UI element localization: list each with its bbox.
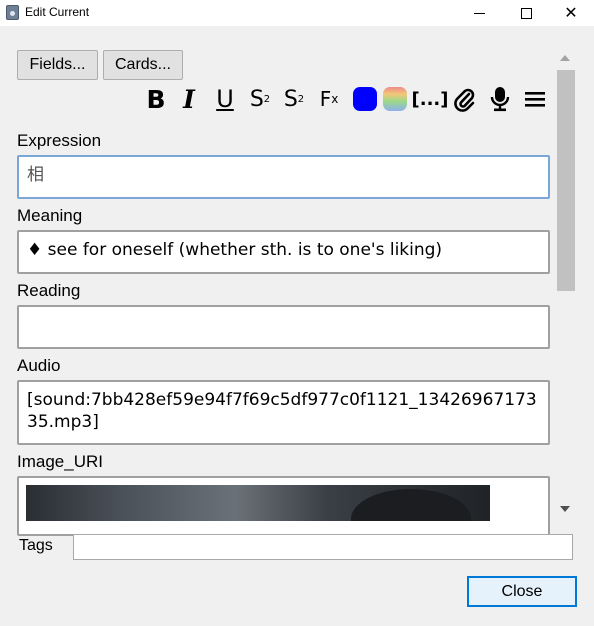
- underline-icon[interactable]: U: [213, 84, 237, 114]
- attach-icon[interactable]: [451, 84, 477, 114]
- text-color-swatch: [353, 87, 377, 111]
- fields-button[interactable]: Fields...: [17, 50, 98, 80]
- highlight-color-icon[interactable]: [382, 84, 408, 114]
- subscript-letter: S: [283, 86, 298, 112]
- clear-format-icon[interactable]: Fx: [316, 84, 342, 114]
- text-color-icon[interactable]: [352, 84, 378, 114]
- window-title: Edit Current: [25, 5, 90, 19]
- field-label-image-uri: Image_URI: [17, 452, 103, 471]
- field-label-audio: Audio: [17, 356, 61, 375]
- minimize-icon: [473, 12, 485, 14]
- tags-label: Tags: [19, 537, 53, 554]
- cloze-icon[interactable]: [...]: [412, 84, 449, 114]
- reading-field[interactable]: [17, 305, 550, 349]
- scroll-down-icon[interactable]: [560, 506, 570, 512]
- clear-format-letter: F: [319, 87, 332, 111]
- field-image: [26, 485, 490, 521]
- field-label-expression: Expression: [17, 131, 102, 150]
- field-label-meaning: Meaning: [17, 206, 83, 225]
- scrollbar-thumb[interactable]: [557, 70, 575, 291]
- title-bar: Edit Current ✕: [0, 0, 594, 26]
- window-close-button[interactable]: ✕: [548, 0, 594, 26]
- superscript-mark: 2: [263, 93, 271, 105]
- italic-icon[interactable]: I: [178, 84, 200, 114]
- superscript-letter: S: [249, 86, 264, 112]
- audio-field[interactable]: [sound:7bb428ef59e94f7f69c5df977c0f1121_…: [17, 380, 550, 445]
- microphone-icon[interactable]: [487, 84, 513, 114]
- subscript-icon[interactable]: S2: [281, 84, 307, 114]
- minimize-button[interactable]: [456, 0, 502, 26]
- close-button[interactable]: Close: [467, 576, 577, 607]
- maximize-button[interactable]: [503, 0, 549, 26]
- app-icon: [6, 5, 19, 20]
- field-label-reading: Reading: [17, 281, 81, 300]
- maximize-icon: [520, 7, 532, 19]
- highlight-swatch: [383, 87, 407, 111]
- superscript-icon[interactable]: S2: [247, 84, 273, 114]
- scroll-up-icon[interactable]: [560, 55, 570, 61]
- bold-icon[interactable]: B: [144, 84, 168, 114]
- subscript-mark: 2: [297, 93, 305, 105]
- expression-field[interactable]: 相: [17, 155, 550, 199]
- clear-format-mark: x: [331, 92, 339, 106]
- tags-input[interactable]: [73, 534, 573, 560]
- more-menu-icon[interactable]: [522, 84, 548, 114]
- close-icon: ✕: [564, 3, 578, 22]
- cards-button[interactable]: Cards...: [103, 50, 183, 80]
- meaning-field[interactable]: ♦ see for oneself (whether sth. is to on…: [17, 230, 550, 274]
